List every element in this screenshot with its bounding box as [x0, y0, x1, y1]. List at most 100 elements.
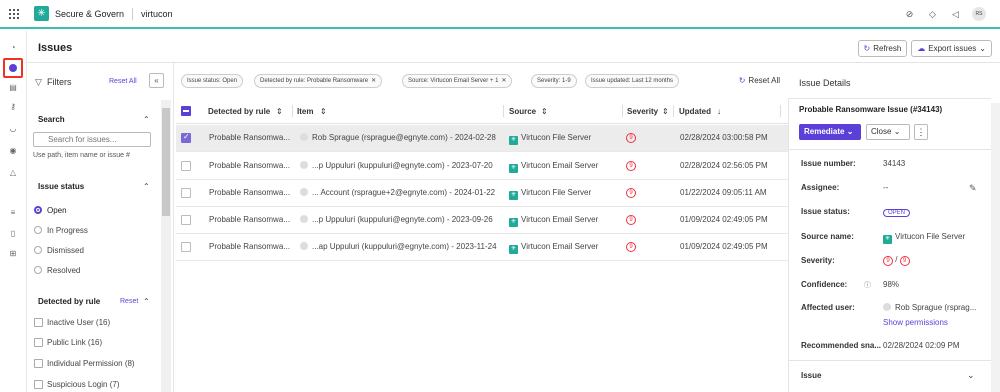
report-icon[interactable]: ▤: [6, 81, 20, 95]
avatar[interactable]: RS: [972, 7, 986, 21]
source-icon: ✳: [509, 218, 518, 227]
status-option-label: Open: [47, 206, 67, 215]
severity-badge: 9: [626, 133, 636, 143]
show-permissions-link[interactable]: Show permissions: [883, 318, 948, 327]
chevron-down-icon: ⌄: [979, 44, 986, 53]
remediate-button[interactable]: Remediate ⌄: [799, 124, 861, 140]
cell-item-text: ...p Uppuluri (kuppuluri@egnyte.com) - 2…: [312, 215, 493, 224]
issues-nav-icon[interactable]: [3, 58, 23, 78]
source-icon: ✳: [509, 245, 518, 254]
status-radio-in-progress[interactable]: [34, 226, 42, 234]
close-label: Close: [871, 127, 892, 136]
row-checkbox[interactable]: [181, 161, 191, 171]
graduation-cap-icon[interactable]: ◇: [926, 8, 939, 21]
chevron-up-icon[interactable]: ⌃: [143, 297, 150, 306]
info-icon[interactable]: ⓘ: [864, 280, 871, 290]
severity-badge: 9: [626, 161, 636, 171]
megaphone-icon[interactable]: ◁: [949, 8, 962, 21]
rule-checkbox[interactable]: [34, 380, 43, 389]
search-input[interactable]: [33, 132, 151, 147]
table-row[interactable]: Probable Ransomwa... Rob Sprague (rsprag…: [176, 125, 788, 152]
rule-checkbox[interactable]: [34, 318, 43, 327]
chevron-up-icon[interactable]: ⌃: [143, 115, 150, 124]
source-name-value: ✳ Virtucon File Server: [883, 232, 965, 244]
edit-pencil-icon[interactable]: ✎: [969, 183, 977, 194]
row-checkbox[interactable]: [181, 188, 191, 198]
row-checkbox[interactable]: [181, 132, 191, 143]
column-header-source[interactable]: Source: [509, 107, 536, 116]
table-row[interactable]: Probable Ransomwa... ... Account (rsprag…: [176, 180, 788, 207]
chip-label: Issue status: Open: [187, 78, 238, 84]
table-row[interactable]: Probable Ransomwa... ...ap Uppuluri (kup…: [176, 234, 788, 261]
apps-icon[interactable]: ⊞: [6, 247, 20, 261]
sort-icon[interactable]: ⇕: [541, 107, 548, 116]
chip-label: Detected by rule: Probable Ransomware: [260, 78, 369, 84]
cell-source-text: Virtucon File Server: [521, 133, 592, 142]
more-options-button[interactable]: ⋮: [914, 124, 928, 140]
brand-divider: [132, 7, 134, 20]
cell-item-text: ... Account (rsprague+2@egnyte.com) - 20…: [312, 188, 496, 197]
cell-source: ✳ Virtucon File Server: [509, 188, 591, 200]
issue-section-title[interactable]: Issue: [801, 371, 821, 380]
rule-reset-link[interactable]: Reset: [120, 298, 138, 305]
chip-issue-status[interactable]: Issue status: Open: [181, 74, 244, 88]
column-header-severity[interactable]: Severity: [627, 107, 658, 116]
cell-rule: Probable Ransomwa...: [209, 133, 290, 142]
filters-scroll-thumb[interactable]: [162, 108, 170, 216]
close-issue-select[interactable]: Close ⌄: [866, 124, 910, 140]
details-divider: [789, 98, 991, 99]
sort-icon[interactable]: ⇕: [662, 107, 669, 116]
refresh-button[interactable]: ↻ Refresh: [857, 40, 908, 57]
cell-rule: Probable Ransomwa...: [209, 188, 290, 197]
rule-checkbox[interactable]: [34, 338, 43, 347]
details-title: Issue Details: [799, 78, 851, 88]
chips-reset-label: Reset All: [748, 76, 780, 85]
chevron-down-icon[interactable]: ⌄: [967, 370, 975, 381]
close-icon[interactable]: ✕: [371, 78, 376, 84]
rule-option-label: Inactive User (16): [47, 318, 111, 327]
chevron-up-icon[interactable]: ⌃: [143, 182, 150, 191]
row-checkbox[interactable]: [181, 215, 191, 225]
shield-icon[interactable]: ◡: [6, 122, 20, 136]
alert-icon[interactable]: △: [6, 166, 20, 180]
status-radio-dismissed[interactable]: [34, 246, 42, 254]
sort-icon[interactable]: ⇕: [320, 107, 327, 116]
chips-reset-all[interactable]: ↻ Reset All: [739, 76, 780, 85]
chip-severity[interactable]: Severity: 1-9: [531, 74, 577, 88]
table-row[interactable]: Probable Ransomwa... ...p Uppuluri (kupp…: [176, 207, 788, 234]
row-checkbox[interactable]: [181, 242, 191, 252]
active-filter-chips: Issue status: Open Detected by rule: Pro…: [176, 71, 788, 91]
select-all-checkbox[interactable]: [181, 106, 191, 116]
dashboard-icon[interactable]: ◔: [6, 41, 20, 55]
status-radio-resolved[interactable]: [34, 266, 42, 274]
column-header-rule[interactable]: Detected by rule: [208, 107, 270, 116]
help-icon[interactable]: ⊘: [903, 8, 916, 21]
chip-detected-by-rule[interactable]: Detected by rule: Probable Ransomware ✕: [254, 74, 383, 88]
export-issues-button[interactable]: ☁ Export issues ⌄: [911, 40, 992, 57]
sliders-icon[interactable]: ≡: [6, 206, 20, 220]
status-radio-open[interactable]: [34, 206, 42, 214]
app-grid-icon[interactable]: [9, 8, 19, 19]
key-icon[interactable]: ⚷: [6, 100, 20, 114]
cell-rule: Probable Ransomwa...: [209, 242, 290, 251]
cell-item: ...p Uppuluri (kuppuluri@egnyte.com) - 2…: [300, 161, 493, 170]
column-header-item[interactable]: Item: [297, 107, 313, 116]
collapse-filters-button[interactable]: «: [149, 73, 164, 88]
sort-desc-icon[interactable]: ↓: [717, 107, 721, 116]
table-header: Detected by rule ⇕ Item ⇕ Source ⇕ Sever…: [176, 98, 788, 124]
sort-icon[interactable]: ⇕: [276, 107, 283, 116]
issue-status-label: Issue status:: [801, 207, 850, 216]
close-icon[interactable]: ✕: [501, 78, 506, 84]
chip-source[interactable]: Source: Virtucon Email Server + 1 ✕: [402, 74, 513, 88]
radar-icon[interactable]: ◉: [6, 144, 20, 158]
details-scrollbar[interactable]: [991, 103, 1000, 392]
rule-checkbox[interactable]: [34, 359, 43, 368]
chip-issue-updated[interactable]: Issue updated: Last 12 months: [585, 74, 680, 88]
filters-reset-all[interactable]: Reset All: [109, 78, 137, 85]
table-row[interactable]: Probable Ransomwa... ...p Uppuluri (kupp…: [176, 153, 788, 180]
column-header-updated[interactable]: Updated: [679, 107, 711, 116]
left-nav: ◔ ▤ ⚷ ◡ ◉ △ ≡ ▯ ⊞: [0, 31, 27, 392]
confidence-value: 98%: [883, 280, 900, 289]
document-icon[interactable]: ▯: [6, 227, 20, 241]
cell-item: ... Account (rsprague+2@egnyte.com) - 20…: [300, 188, 495, 197]
